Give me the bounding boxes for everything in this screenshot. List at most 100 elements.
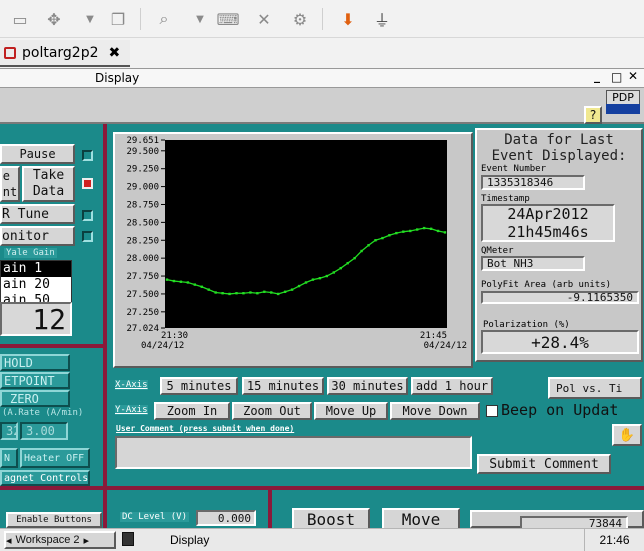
divider — [268, 490, 272, 528]
gear-icon[interactable]: ⚙ — [288, 7, 312, 31]
divider — [103, 124, 107, 528]
hold-button[interactable]: HOLD — [0, 354, 70, 371]
x-30-minutes-button[interactable]: 30 minutes — [327, 377, 408, 395]
n-button[interactable]: N — [0, 448, 18, 468]
r-tune-button[interactable]: R Tune — [0, 204, 75, 224]
help-button[interactable]: ? — [584, 106, 602, 124]
event-button[interactable]: e nt — [0, 166, 20, 202]
x-tick-date: 04/24/12 — [424, 341, 467, 351]
x-5-minutes-button[interactable]: 5 minutes — [160, 377, 238, 395]
clock: 21:46 — [584, 529, 644, 551]
comment-input[interactable] — [115, 436, 472, 469]
taskbar-window-label[interactable]: Display — [170, 533, 209, 547]
data-point — [214, 291, 217, 294]
timestamp-label: Timestamp — [481, 194, 530, 204]
tab-title: poltarg2p2 — [22, 44, 99, 61]
x-15-minutes-button[interactable]: 15 minutes — [242, 377, 324, 395]
enable-buttons-button[interactable]: Enable Buttons — [6, 512, 102, 528]
boost-button[interactable]: Boost — [292, 508, 370, 528]
keyboard-icon[interactable]: ⌨ — [216, 7, 240, 31]
y-tick-label: 27.750 — [126, 272, 159, 282]
y-tick-label: 28.250 — [126, 236, 159, 246]
close-window-icon[interactable]: ✕ — [628, 69, 638, 83]
heater-off-button[interactable]: Heater OFF — [20, 448, 90, 468]
polyfit-label: PolyFit Area (arb units) — [481, 280, 612, 290]
polarization-value: +28.4% — [481, 330, 639, 354]
gain-option[interactable]: ain 20 — [1, 277, 71, 293]
data-point — [402, 230, 405, 233]
y-tick-label: 28.750 — [126, 200, 159, 210]
data-point — [318, 276, 322, 280]
data-point — [304, 281, 308, 284]
data-point — [395, 231, 398, 235]
minimize-icon[interactable]: _ — [594, 69, 600, 83]
window-icon[interactable]: ▭ — [8, 7, 32, 31]
data-point — [172, 279, 176, 283]
monitor-button[interactable]: onitor — [0, 226, 75, 246]
take-data-button[interactable]: Take Data — [22, 166, 75, 202]
data-point — [443, 231, 447, 234]
pause-checkbox[interactable] — [82, 150, 93, 161]
beep-checkbox[interactable] — [486, 405, 498, 417]
hand-icon[interactable]: ✋ — [612, 424, 642, 446]
dc-level-label: DC Level (V) — [120, 512, 190, 522]
y-tick-label: 27.024 — [126, 324, 159, 334]
submit-comment-button[interactable]: Submit Comment — [477, 454, 611, 474]
move-up-button[interactable]: Move Up — [314, 402, 388, 420]
move-button[interactable]: Move — [382, 508, 460, 528]
data-point — [207, 288, 210, 291]
setpoint-button[interactable]: ETPOINT — [0, 372, 70, 389]
chevron-down-icon[interactable]: ▼ — [78, 7, 102, 31]
download-icon[interactable]: ⬇ — [336, 7, 360, 31]
yale-gain-label: Yale Gain — [4, 248, 57, 258]
event-number-value: 1335318346 — [481, 175, 585, 190]
move-down-button[interactable]: Move Down — [390, 402, 480, 420]
pause-button[interactable]: Pause — [0, 144, 75, 164]
gain-option[interactable]: ain 1 — [1, 261, 71, 277]
data-point — [263, 290, 266, 293]
data-point — [256, 292, 259, 295]
gain-list[interactable]: ain 1 ain 20 ain 50 — [0, 260, 72, 308]
x-add-1-hour-button[interactable]: add 1 hour — [411, 377, 493, 395]
data-point — [297, 284, 301, 288]
close-icon[interactable]: ✖ — [109, 45, 121, 61]
polarization-label: Polarization (%) — [483, 320, 570, 330]
plug-icon[interactable]: ⏚ — [370, 7, 394, 31]
rate-value[interactable]: 3.00 — [20, 422, 68, 440]
header-strip — [0, 88, 644, 124]
move-icon[interactable]: ✥ — [42, 7, 66, 31]
zero-button[interactable]: ZERO — [0, 390, 70, 407]
tools-icon[interactable]: ✕ — [252, 7, 276, 31]
data-point — [422, 226, 426, 230]
y-tick-label: 29.500 — [126, 147, 159, 157]
polarization-chart: 29.65129.500 29.250 29.000 28.750 28.500 28.2… — [126, 136, 467, 351]
qmeter-value: Bot NH3 — [481, 256, 585, 271]
pol-vs-time-button[interactable]: Pol vs. Ti — [548, 377, 642, 399]
maximize-icon[interactable]: □ — [611, 70, 622, 84]
x-tick-label: 21:30 — [161, 331, 188, 341]
zoom-out-button[interactable]: Zoom Out — [232, 402, 312, 420]
zoom-icon[interactable]: ⌕ — [152, 7, 176, 31]
dc-level-value[interactable]: 0.000 — [196, 510, 256, 526]
data-point — [339, 266, 342, 270]
app-icon — [4, 46, 16, 59]
chevron-down-icon[interactable]: ▼ — [188, 7, 212, 31]
monitor-checkbox[interactable] — [82, 231, 93, 242]
workspace-switcher[interactable]: ◂ Workspace 2 ▸ — [4, 531, 116, 549]
zoom-in-button[interactable]: Zoom In — [154, 402, 230, 420]
data-point — [277, 292, 280, 296]
event-number-label: Event Number — [481, 164, 547, 174]
tab-poltarg2p2[interactable]: poltarg2p2 ✖ — [0, 40, 130, 67]
divider — [0, 486, 644, 490]
divider — [0, 344, 103, 348]
data-point — [200, 285, 203, 288]
x-axis-label: X-Axis — [115, 380, 148, 390]
data-point — [381, 236, 384, 240]
x-tick-label: 21:45 — [420, 331, 447, 341]
window-titlebar: Display _ □ ✕ — [0, 68, 644, 88]
comment-label: User Comment (press submit when done) — [116, 424, 295, 433]
windows-icon[interactable]: ❐ — [106, 7, 130, 31]
r-tune-checkbox[interactable] — [82, 210, 93, 221]
magnet-controls-button[interactable]: agnet Controls — [0, 470, 90, 486]
take-data-indicator[interactable] — [82, 178, 93, 189]
